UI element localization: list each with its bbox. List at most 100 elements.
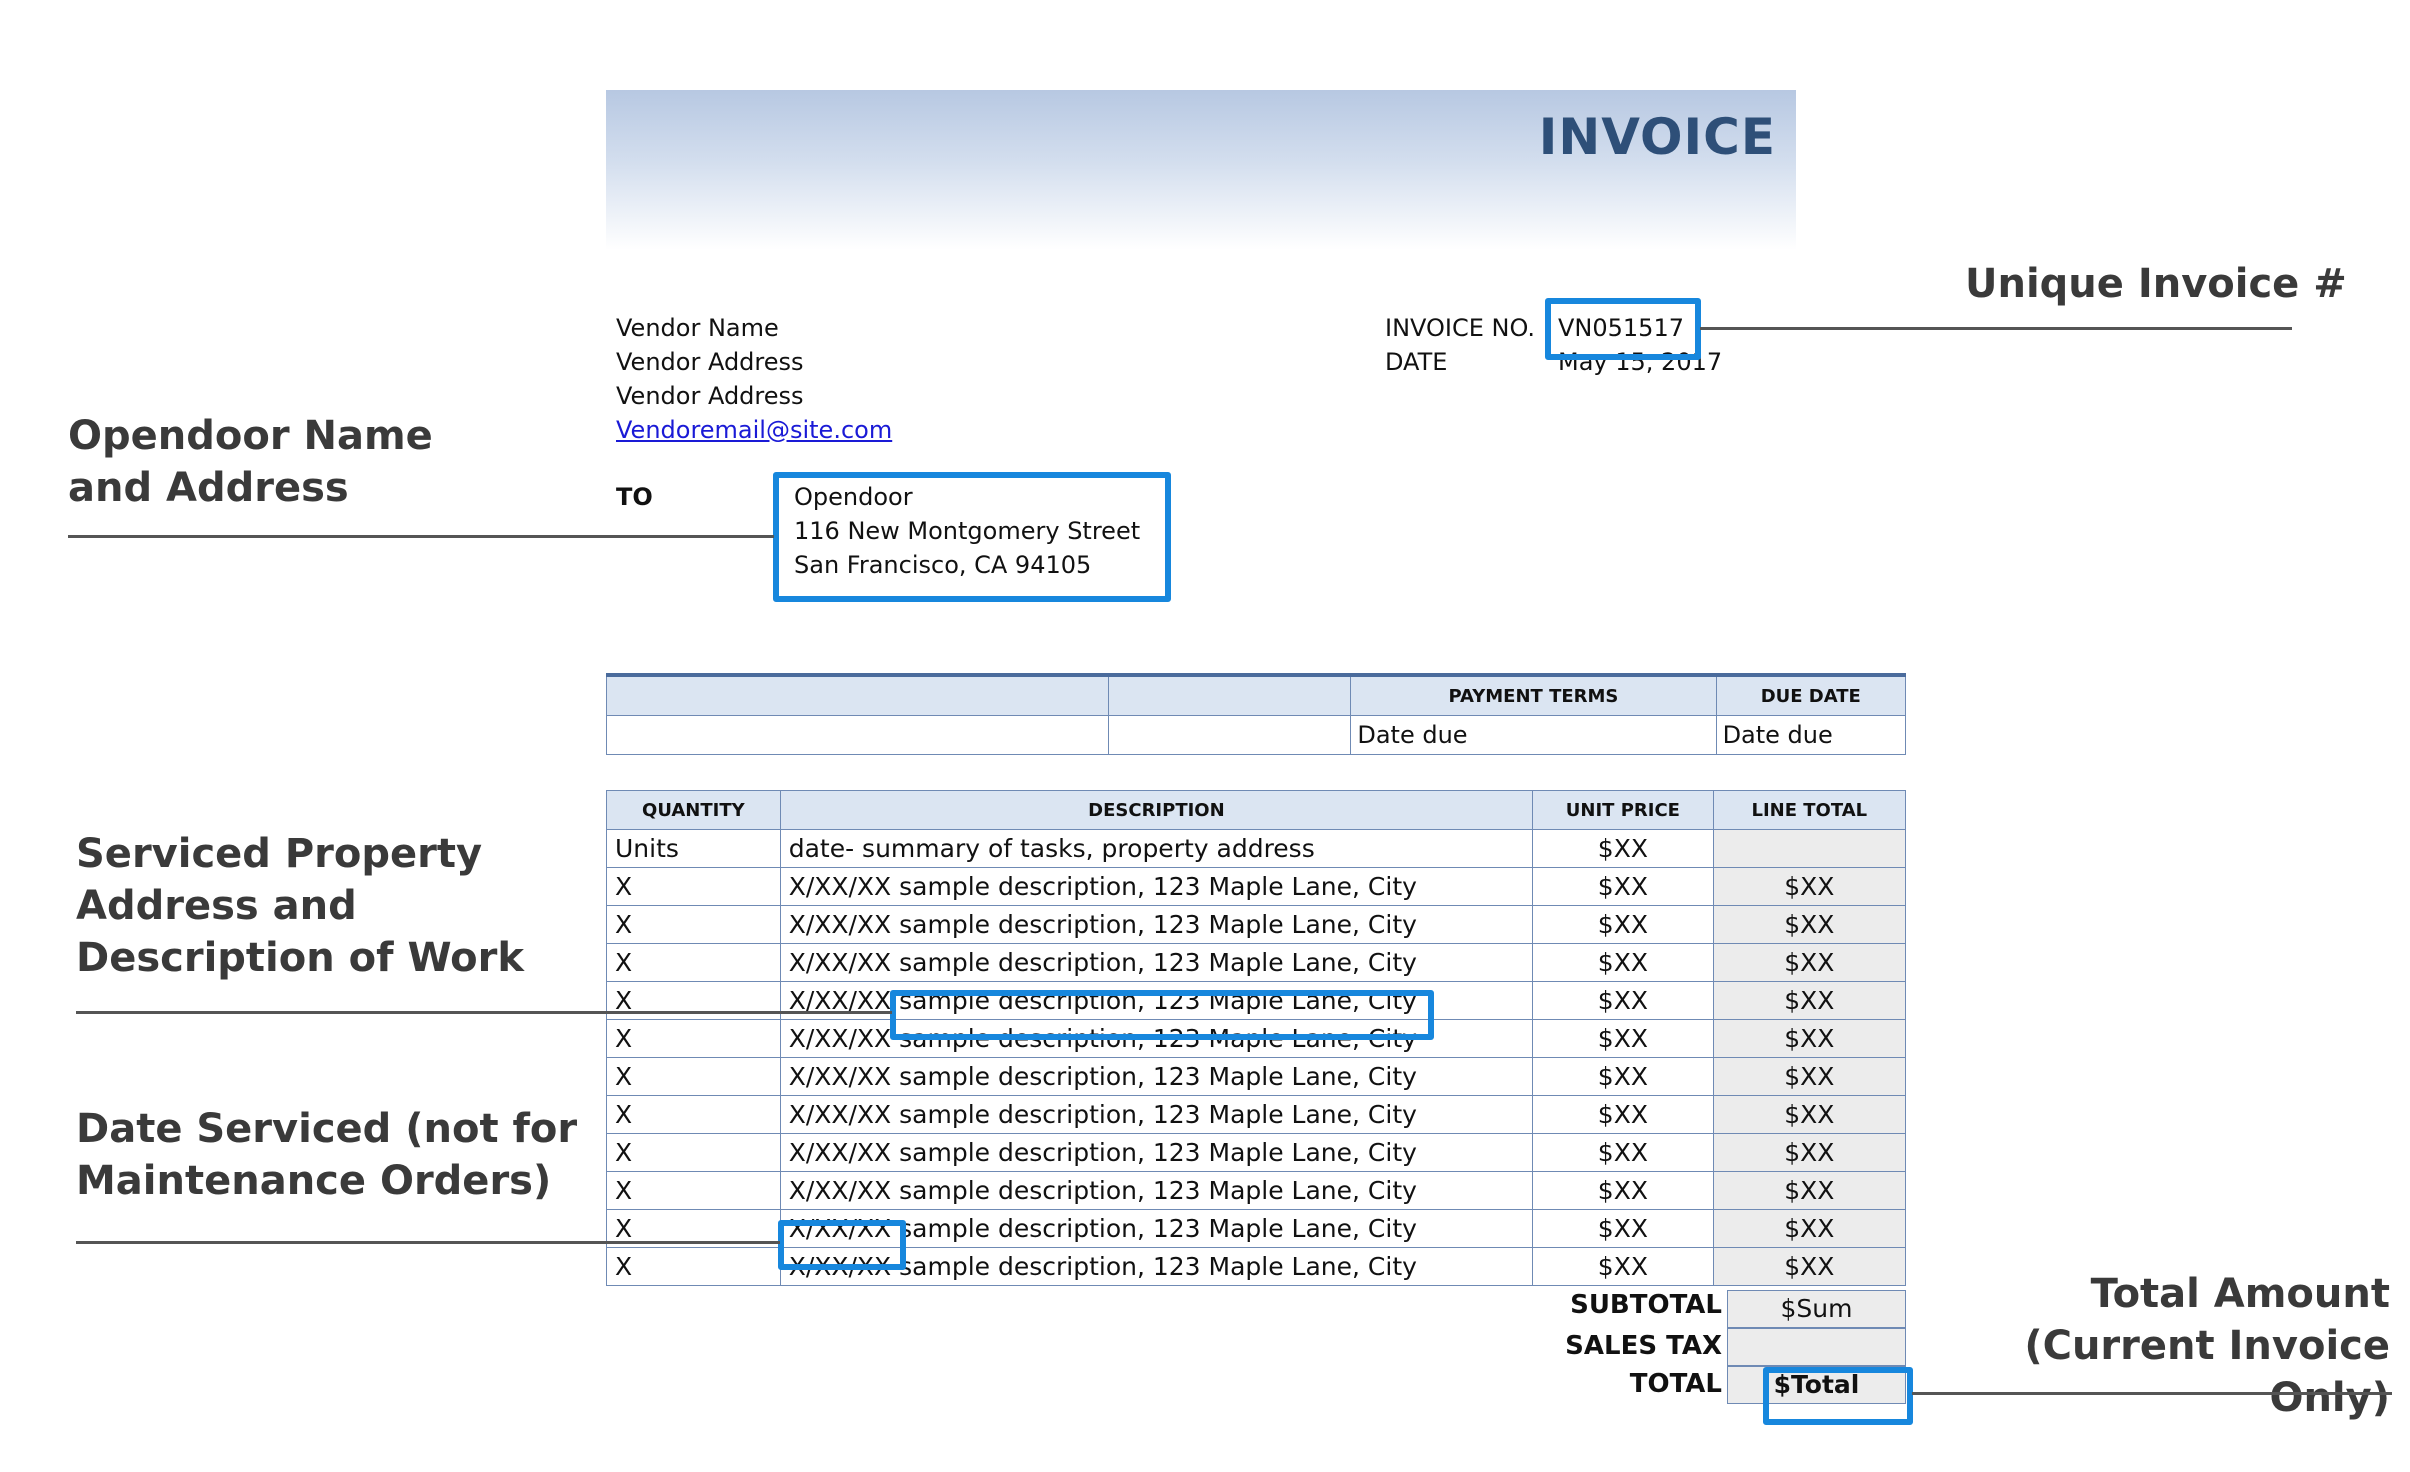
vendor-address-line2: Vendor Address [616, 382, 804, 410]
line-total-cell: $XX [1712, 1019, 1907, 1058]
table-row: X X/XX/XX sample description, 123 Maple L… [606, 1095, 1907, 1134]
quantity-cell: Units [606, 829, 781, 868]
description-cell: date- summary of tasks, property address [779, 829, 1534, 868]
invoice-header-band: INVOICE [606, 90, 1796, 250]
unit-price-cell: $XX [1532, 1133, 1714, 1172]
callout-line: Total Amount [2090, 1271, 2390, 1317]
vendor-email-link[interactable]: Vendoremail@site.com [616, 413, 892, 447]
invoice-title: INVOICE [1538, 108, 1776, 166]
description-cell: X/XX/XX sample description, 123 Maple La… [779, 1171, 1534, 1210]
table-row: X X/XX/XX sample description, 123 Maple L… [606, 1133, 1907, 1172]
description-header: DESCRIPTION [779, 790, 1534, 830]
subtotal-value: $Sum [1727, 1290, 1906, 1328]
description-cell: X/XX/XX sample description, 123 Maple La… [779, 905, 1534, 944]
callout-leader-line [1912, 1392, 2392, 1395]
payment-terms-header: PAYMENT TERMS [1350, 673, 1717, 716]
payment-terms-value: Date due [1350, 715, 1717, 755]
line-total-cell: $XX [1712, 1095, 1907, 1134]
unit-price-cell: $XX [1532, 981, 1714, 1020]
sales-tax-value [1727, 1328, 1906, 1366]
description-cell: X/XX/XX sample description, 123 Maple La… [779, 943, 1534, 982]
callout-serviced-property: Serviced Property Address and Descriptio… [76, 828, 524, 984]
to-label: TO [616, 483, 653, 511]
callout-line: (Current Invoice Only) [2024, 1323, 2390, 1421]
callout-line: Date Serviced (not for [76, 1106, 578, 1152]
callout-date-serviced: Date Serviced (not for Maintenance Order… [76, 1103, 577, 1207]
quantity-cell: X [606, 1247, 781, 1286]
callout-leader-line [1700, 327, 2292, 330]
terms-cell [1108, 715, 1352, 755]
callout-line: Description of Work [76, 935, 524, 981]
terms-header-cell [1108, 673, 1352, 716]
quantity-cell: X [606, 905, 781, 944]
quantity-cell: X [606, 943, 781, 982]
unit-price-cell: $XX [1532, 1095, 1714, 1134]
total-label: TOTAL [1629, 1369, 1722, 1399]
total-highlight-box [1763, 1367, 1913, 1425]
quantity-cell: X [606, 867, 781, 906]
description-cell: X/XX/XX sample description, 123 Maple La… [779, 867, 1534, 906]
unit-price-cell: $XX [1532, 943, 1714, 982]
terms-row: Date due Date due [605, 715, 1907, 755]
due-date-value: Date due [1715, 715, 1907, 755]
quantity-cell: X [606, 1019, 781, 1058]
quantity-cell: X [606, 1133, 781, 1172]
callout-leader-line [76, 1011, 892, 1014]
date-serviced-highlight-box [778, 1220, 906, 1270]
unit-price-cell: $XX [1532, 867, 1714, 906]
items-header-row: QUANTITY DESCRIPTION UNIT PRICE LINE TOT… [606, 790, 1907, 830]
to-address-highlight-box [773, 472, 1171, 602]
description-cell: X/XX/XX sample description, 123 Maple La… [779, 1057, 1534, 1096]
line-total-cell: $XX [1712, 943, 1907, 982]
invoice-no-highlight-box [1545, 298, 1701, 360]
items-body: Units date- summary of tasks, property ad… [606, 829, 1907, 1286]
callout-line: Opendoor Name [68, 413, 433, 459]
quantity-cell: X [606, 1171, 781, 1210]
terms-cell [605, 715, 1110, 755]
quantity-cell: X [606, 1057, 781, 1096]
table-row: Units date- summary of tasks, property ad… [606, 829, 1907, 868]
callout-unique-invoice: Unique Invoice # [1965, 261, 2347, 307]
terms-header-row: PAYMENT TERMS DUE DATE [605, 673, 1907, 716]
line-total-header: LINE TOTAL [1712, 790, 1907, 830]
line-total-cell: $XX [1712, 1247, 1907, 1286]
unit-price-cell: $XX [1532, 1171, 1714, 1210]
callout-opendoor-name-address: Opendoor Name and Address [68, 410, 433, 514]
vendor-block: Vendor Name Vendor Address Vendor Addres… [616, 311, 892, 447]
description-cell: X/XX/XX sample description, 123 Maple La… [779, 1095, 1534, 1134]
callout-line: Address and [76, 883, 357, 929]
table-row: X X/XX/XX sample description, 123 Maple L… [606, 905, 1907, 944]
subtotal-label: SUBTOTAL [1570, 1290, 1722, 1320]
line-total-cell: $XX [1712, 867, 1907, 906]
unit-price-cell: $XX [1532, 905, 1714, 944]
unit-price-cell: $XX [1532, 1247, 1714, 1286]
sales-tax-label: SALES TAX [1565, 1331, 1722, 1361]
callout-line: and Address [68, 465, 349, 511]
line-total-cell: $XX [1712, 1133, 1907, 1172]
line-total-cell: $XX [1712, 905, 1907, 944]
table-row: X X/XX/XX sample description, 123 Maple L… [606, 1057, 1907, 1096]
quantity-cell: X [606, 1095, 781, 1134]
description-highlight-box [890, 990, 1434, 1040]
invoice-no-label: INVOICE NO. [1385, 314, 1536, 342]
callout-line: Serviced Property [76, 831, 483, 877]
unit-price-cell: $XX [1532, 1209, 1714, 1248]
vendor-name: Vendor Name [616, 314, 779, 342]
line-total-cell: $XX [1712, 1057, 1907, 1096]
table-row: X X/XX/XX sample description, 123 Maple L… [606, 1171, 1907, 1210]
line-total-cell [1712, 829, 1907, 868]
unit-price-cell: $XX [1532, 829, 1714, 868]
callout-leader-line [68, 535, 774, 538]
callout-total-amount: Total Amount (Current Invoice Only) [1940, 1268, 2390, 1424]
callout-leader-line [76, 1241, 780, 1244]
unit-price-cell: $XX [1532, 1057, 1714, 1096]
table-row: X X/XX/XX sample description, 123 Maple L… [606, 943, 1907, 982]
due-date-header: DUE DATE [1715, 673, 1907, 716]
line-total-cell: $XX [1712, 1209, 1907, 1248]
description-cell: X/XX/XX sample description, 123 Maple La… [779, 1133, 1534, 1172]
unit-price-cell: $XX [1532, 1019, 1714, 1058]
payment-terms-table: PAYMENT TERMS DUE DATE Date due Date due [605, 673, 1907, 755]
quantity-header: QUANTITY [606, 790, 781, 830]
table-row: X X/XX/XX sample description, 123 Maple L… [606, 867, 1907, 906]
vendor-address-line1: Vendor Address [616, 348, 804, 376]
